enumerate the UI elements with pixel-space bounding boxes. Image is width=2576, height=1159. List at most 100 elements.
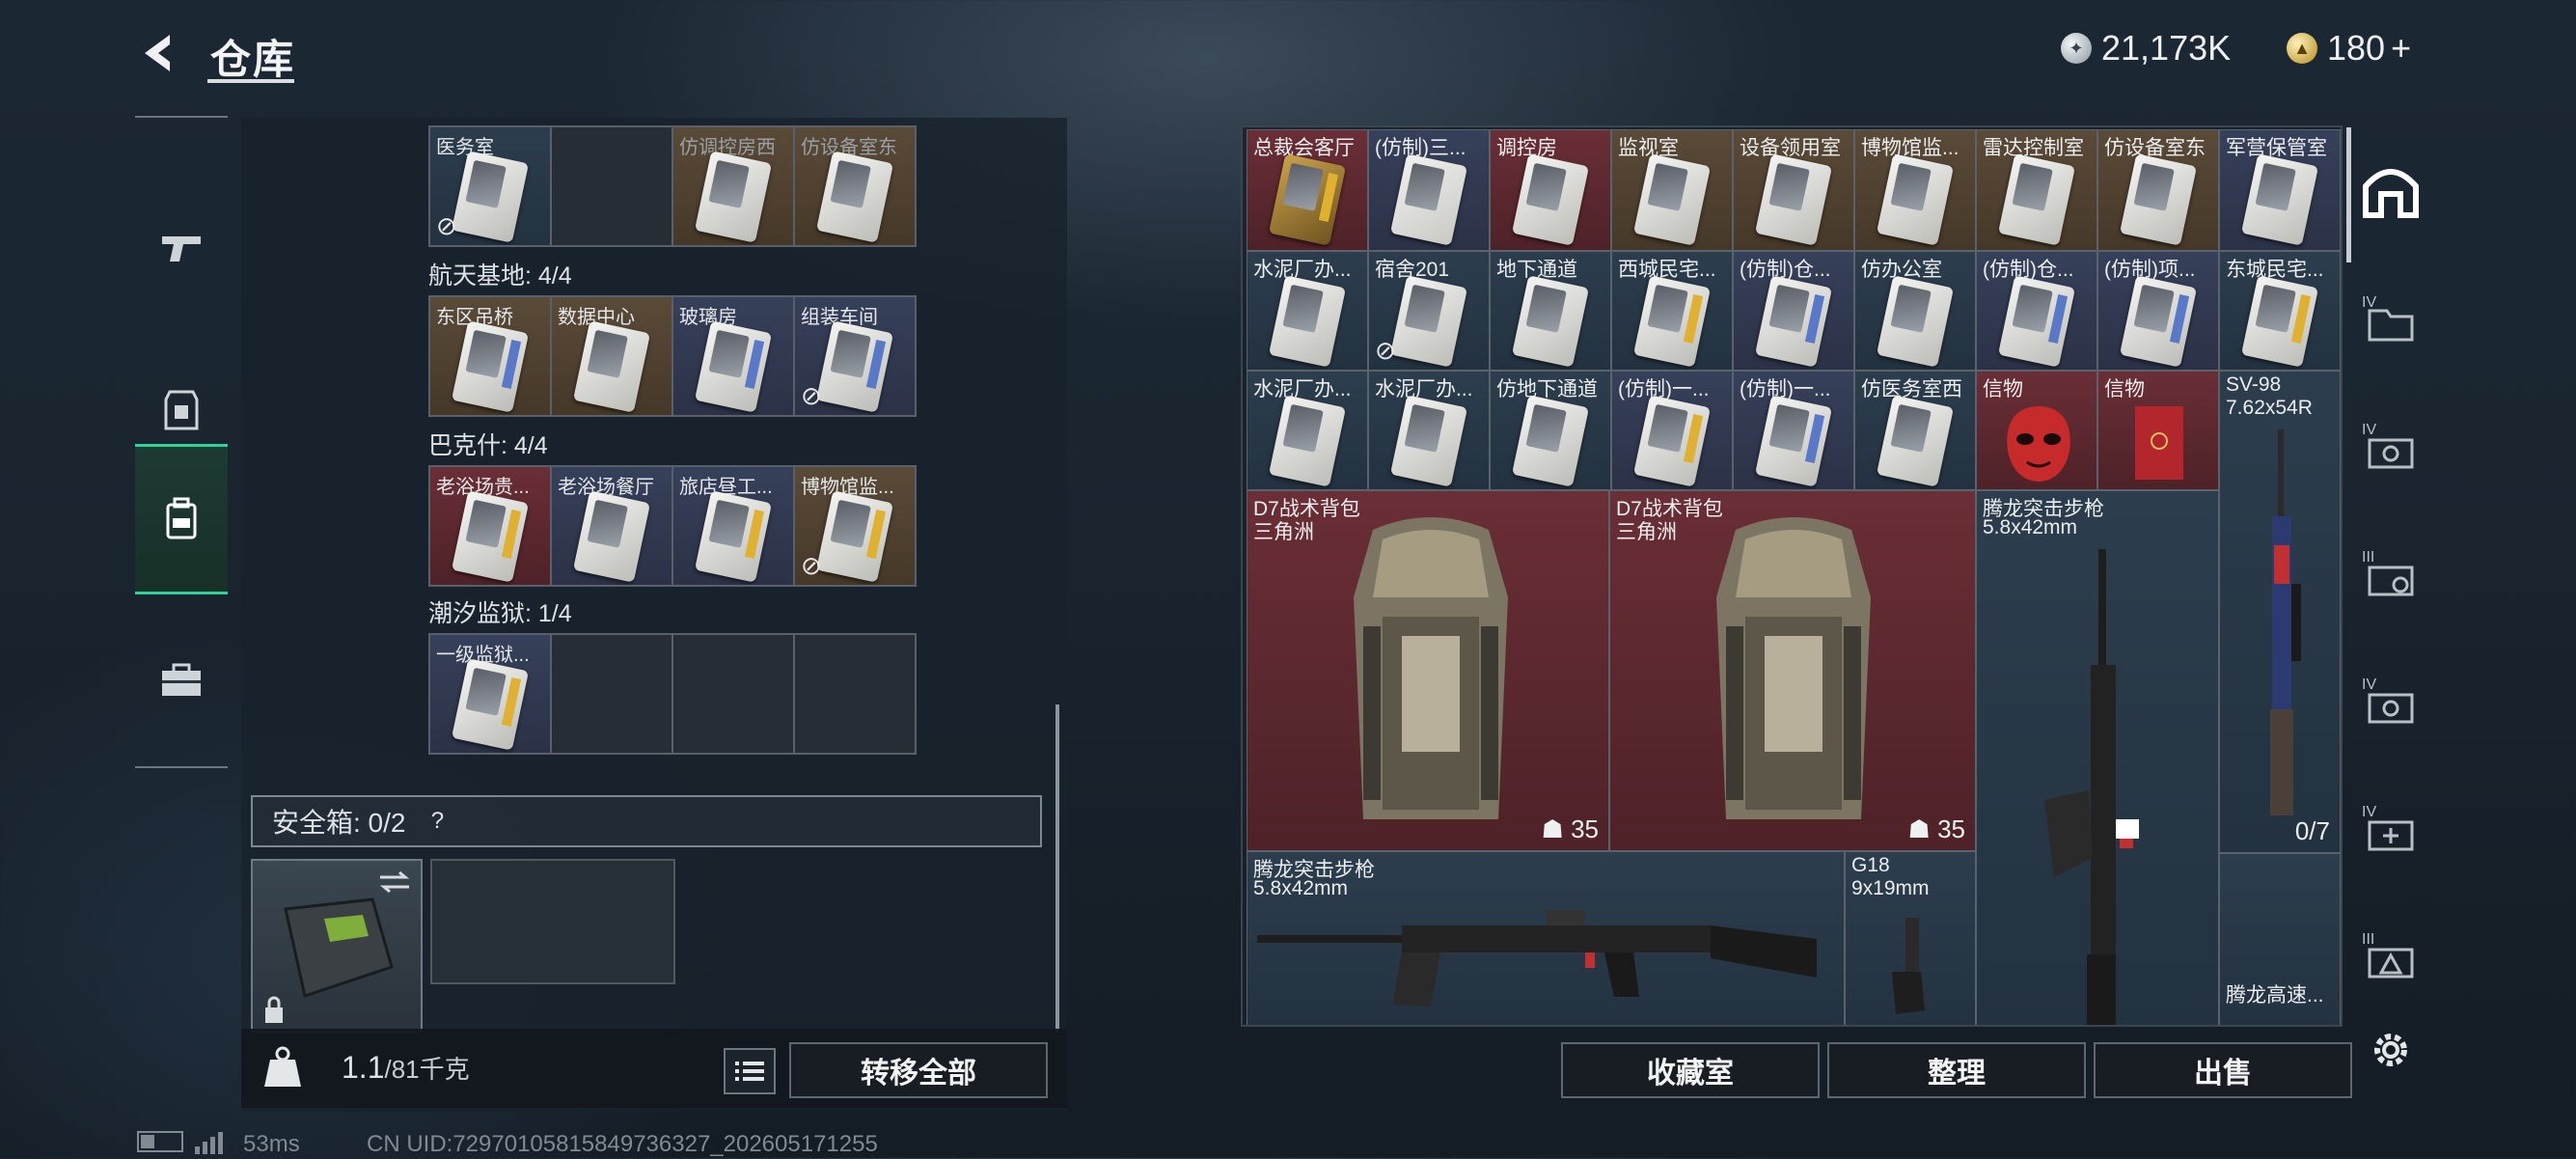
- key-slot[interactable]: 数据中心: [552, 297, 671, 415]
- stash-tab-all[interactable]: [2354, 154, 2427, 228]
- key-slot[interactable]: (仿制)三...: [1368, 129, 1490, 251]
- section-title: 巴克什: 4/4: [428, 432, 548, 459]
- key-label: 水泥厂办...: [1253, 378, 1352, 400]
- sniper-rifle-slot[interactable]: SV-98 7.62x54R 0/7: [2219, 371, 2341, 853]
- key-label: 仿地下通道: [1496, 378, 1598, 400]
- key-slot[interactable]: 宿舍201 ⊘: [1368, 251, 1490, 371]
- key-slot[interactable]: (仿制)仓...: [1733, 251, 1854, 371]
- d7-backpack-icon: [1354, 517, 1508, 819]
- backpack-capacity: ☗ 35: [1541, 814, 1599, 843]
- keycard-icon: [694, 320, 773, 413]
- left-scrollbar[interactable]: [1055, 704, 1059, 1033]
- sell-button[interactable]: 出售: [2094, 1042, 2352, 1098]
- collection-room-button[interactable]: 收藏室: [1561, 1042, 1820, 1098]
- nav-backpack[interactable]: [135, 444, 228, 594]
- token-slot[interactable]: 信物: [2097, 371, 2219, 490]
- sort-button[interactable]: 整理: [1827, 1042, 2086, 1098]
- keycard-icon: [1997, 153, 2076, 246]
- keycard-icon: [2119, 275, 2198, 368]
- backpack-slot[interactable]: D7战术背包 三角洲 ☗ 35: [1609, 490, 1976, 851]
- stash-tab-3b[interactable]: III: [2354, 919, 2427, 992]
- key-slot[interactable]: 调控房: [1490, 129, 1611, 251]
- right-scrollbar[interactable]: [2346, 127, 2351, 262]
- silver-currency: ✦ 21,173K: [2061, 27, 2231, 69]
- help-button[interactable]: ?: [423, 807, 452, 836]
- weapon-name: SV-98: [2226, 373, 2282, 396]
- key-slot[interactable]: 军营保管室: [2219, 129, 2341, 251]
- partial-item-slot[interactable]: 腾龙高速...: [2219, 853, 2341, 1025]
- misc-tier3-icon: III: [2362, 931, 2414, 979]
- svg-text:IV: IV: [2362, 422, 2376, 438]
- key-label: 老浴场贵...: [436, 477, 530, 498]
- magazine-count: 0/7: [2294, 816, 2330, 845]
- keycard-icon: [2119, 153, 2198, 246]
- key-slot[interactable]: 组装车间 ⊘: [795, 297, 915, 415]
- gear-icon: [2374, 1034, 2407, 1066]
- key-slot[interactable]: 旅店昼工...: [673, 467, 793, 585]
- key-slot[interactable]: (仿制)一...: [1733, 371, 1854, 490]
- key-slot[interactable]: 老浴场贵...: [430, 467, 550, 585]
- key-slot[interactable]: 一级监狱...: [430, 635, 550, 753]
- key-slot[interactable]: 西城民宅...: [1611, 251, 1733, 371]
- key-slot[interactable]: 仿调控房西: [673, 127, 793, 245]
- gold-amount: 180: [2327, 28, 2386, 68]
- stash-tab-4c[interactable]: IV: [2354, 664, 2427, 737]
- key-slot[interactable]: 仿办公室: [1854, 251, 1976, 371]
- gold-currency[interactable]: ▲ 180 +: [2287, 27, 2411, 69]
- pistol-slot[interactable]: G18 9x19mm: [1845, 851, 1976, 1025]
- key-slot[interactable]: 医务室 ⊘: [430, 127, 550, 245]
- add-gold-button[interactable]: +: [2391, 28, 2411, 69]
- token-slot[interactable]: 信物: [1976, 371, 2097, 490]
- stash-tab-4a[interactable]: IV: [2354, 282, 2427, 355]
- key-slot[interactable]: (仿制)一...: [1611, 371, 1733, 490]
- stash-tab-medical[interactable]: IV: [2354, 791, 2427, 865]
- weight-readout: 1.1/81千克: [342, 1050, 470, 1086]
- key-slot[interactable]: 东城民宅...: [2219, 251, 2341, 371]
- key-slot[interactable]: 博物馆监...: [1854, 129, 1976, 251]
- safe-box-empty-slot[interactable]: [430, 859, 675, 984]
- key-slot[interactable]: 玻璃房: [673, 297, 793, 415]
- back-button[interactable]: [135, 29, 183, 77]
- nav-weapons[interactable]: [135, 176, 228, 320]
- battery-icon: [137, 1131, 183, 1152]
- stash-tab-3a[interactable]: III: [2354, 537, 2427, 610]
- folder-tier4-icon: IV: [2362, 294, 2414, 342]
- keycard-icon: [1389, 275, 1468, 368]
- key-slot[interactable]: (仿制)仓...: [1976, 251, 2097, 371]
- key-slot[interactable]: 监视室: [1611, 129, 1733, 251]
- stash-tab-4b[interactable]: IV: [2354, 409, 2427, 483]
- key-slot[interactable]: 老浴场餐厅: [552, 467, 671, 585]
- keycard-icon: [1268, 153, 1347, 246]
- key-slot[interactable]: (仿制)项...: [2097, 251, 2219, 371]
- transfer-all-button[interactable]: 转移全部: [789, 1042, 1048, 1098]
- no-lock-icon: ⊘: [801, 381, 822, 410]
- armor-icon: [164, 390, 199, 430]
- swap-icon[interactable]: [378, 870, 411, 894]
- key-slot[interactable]: 东区吊桥: [430, 297, 550, 415]
- nav-toolbox[interactable]: [135, 608, 228, 753]
- key-slot[interactable]: 总裁会客厅: [1247, 129, 1368, 251]
- keycard-icon: [1876, 275, 1955, 368]
- uid-readout: CN UID:7297010581584973632​7_20260517125…: [367, 1131, 878, 1157]
- key-slot[interactable]: 仿医务室西: [1854, 371, 1976, 490]
- key-slot[interactable]: 博物馆监... ⊘: [795, 467, 915, 585]
- key-slot[interactable]: 仿设备室东: [795, 127, 915, 245]
- backpack-slot[interactable]: D7战术背包 三角洲 ☗ 35: [1247, 490, 1609, 851]
- key-slot[interactable]: 水泥厂办...: [1368, 371, 1490, 490]
- assault-rifle-slot[interactable]: 腾龙突击步枪 5.8x42mm: [1976, 490, 2219, 1025]
- key-slot[interactable]: 地下通道: [1490, 251, 1611, 371]
- settings-button[interactable]: [2354, 1013, 2427, 1087]
- key-slot[interactable]: 雷达控制室: [1976, 129, 2097, 251]
- assault-rifle-slot[interactable]: 腾龙突击步枪 5.8x42mm: [1247, 851, 1845, 1025]
- key-label: 军营保管室: [2226, 137, 2327, 159]
- key-slot[interactable]: 仿设备室东: [2097, 129, 2219, 251]
- list-view-button[interactable]: [724, 1048, 776, 1094]
- key-slot[interactable]: 仿地下通道: [1490, 371, 1611, 490]
- qbz-rifle-vertical-icon: [2044, 549, 2139, 1025]
- key-label: (仿制)仓...: [1983, 259, 2074, 281]
- safe-box-slot[interactable]: [251, 859, 423, 1033]
- key-slot[interactable]: 水泥厂办...: [1247, 251, 1368, 371]
- stash-right-panel: 总裁会客厅 (仿制)三... 调控房 监视室 设备领用室 博物馆监... 雷达控…: [1241, 125, 2343, 1027]
- key-slot[interactable]: 设备领用室: [1733, 129, 1854, 251]
- key-slot[interactable]: 水泥厂办...: [1247, 371, 1368, 490]
